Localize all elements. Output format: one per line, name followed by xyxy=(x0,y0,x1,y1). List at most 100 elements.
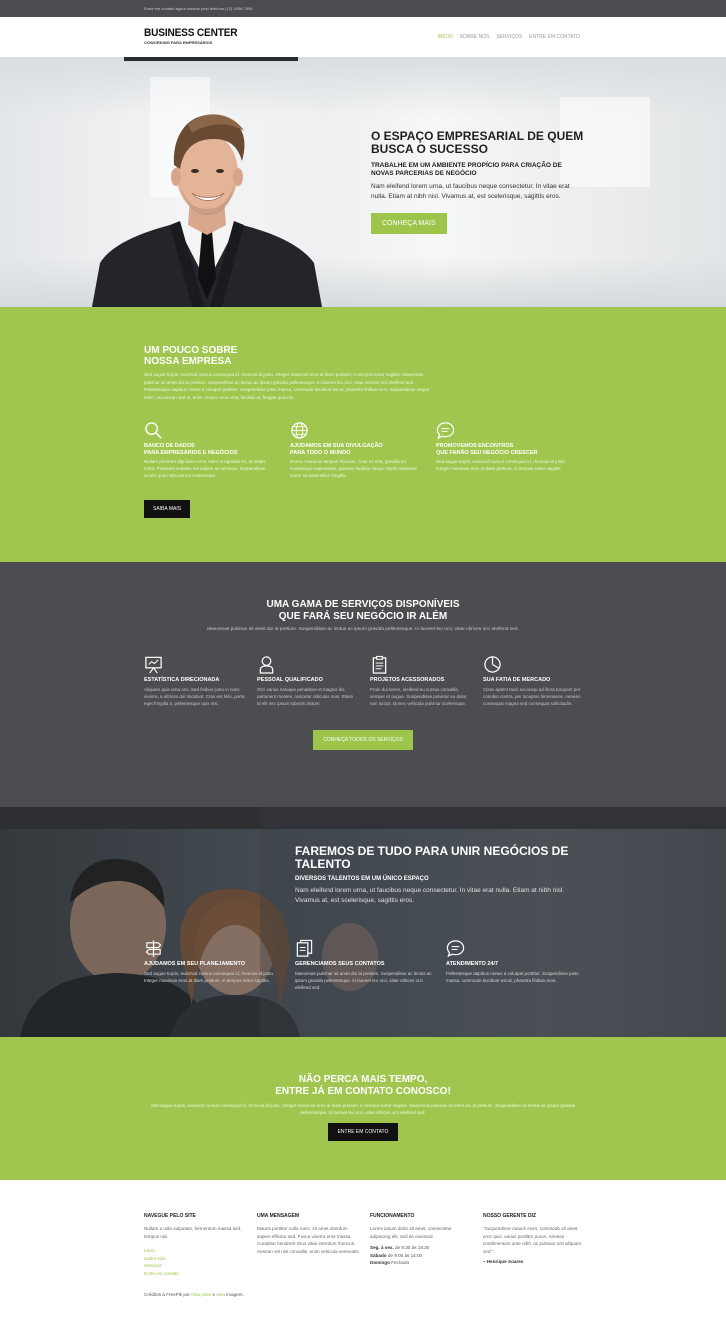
hours-time: de 9:00 às 14:00 xyxy=(387,1252,423,1258)
credits-separator: e xyxy=(212,1292,216,1297)
team-section: FAREMOS DE TUDO PARA UNIR NEGÓCIOS DE TA… xyxy=(0,807,726,1037)
service-text: Proin dui lorem, eleifend eu cursus conv… xyxy=(370,686,467,706)
service-item: SUA FATIA DE MERCADO Class aptent taciti… xyxy=(483,655,596,707)
nav-inicio[interactable]: INÍCIO xyxy=(437,34,452,40)
cta-title-line2: ENTRE JÁ EM CONTATO CONOSCO! xyxy=(275,1086,451,1097)
service-title: ESTATÍSTICA DIRECIONADA xyxy=(144,677,220,683)
hours-row: Domingo Fechado xyxy=(370,1259,473,1267)
footer-link-inicio[interactable]: Início xyxy=(144,1247,247,1255)
credits-text: Créditos à FreePik por xyxy=(144,1292,190,1297)
services-title-line1: UMA GAMA DE SERVIÇOS DISPONÍVEIS xyxy=(266,599,460,610)
nav-sobre-nos[interactable]: SOBRE NÓS xyxy=(460,34,490,40)
credit-link-1[interactable]: esta xyxy=(191,1292,200,1297)
chat-icon xyxy=(436,422,455,440)
feature-title: AJUDAMOS EM SUA DIVULGAÇÃO PARA TODO O M… xyxy=(290,443,422,456)
about-more-button[interactable]: SAIBA MAIS xyxy=(144,500,191,518)
team-photo-background xyxy=(0,807,726,1037)
credit-link-2[interactable]: esta xyxy=(203,1292,212,1297)
team-feature-title: AJUDAMOS EM SEU PLANEJAMENTO xyxy=(144,961,246,967)
hero-title: O ESPAÇO EMPRESARIAL DE QUEM BUSCA O SUC… xyxy=(371,129,584,156)
team-feature-item: GERENCIAMOS SEUS CONTATOS Maecenas pulvi… xyxy=(295,939,446,991)
main-nav: INÍCIO SOBRE NÓS SERVIÇOS ENTRE EM CONTA… xyxy=(437,34,580,40)
footer-manager-column: NOSSO GERENTE DIZ "Suspendisse mauris en… xyxy=(483,1213,596,1277)
footer-link-servicos[interactable]: Serviços xyxy=(144,1262,247,1270)
feature-item: AJUDAMOS EM SUA DIVULGAÇÃO PARA TODO O M… xyxy=(290,421,436,479)
footer-link-sobre-nos[interactable]: Sobre Nós xyxy=(144,1255,247,1263)
about-description: Sed augue turpis, euismod cursus consequ… xyxy=(144,372,430,400)
site-header: BUSINESS CENTER COWORKING PARA EMPRESÁRI… xyxy=(0,17,726,57)
hours-day: Domingo xyxy=(370,1260,390,1265)
footer-message-text: Mauris porttitor nulla nunc, sit amet in… xyxy=(257,1226,360,1254)
manager-name: – Henrique Soares xyxy=(483,1259,524,1264)
team-feature-text: Maecenas pulvinar sit amet dui at pretiu… xyxy=(295,970,432,990)
service-item: PESSOAL QUALIFICADO Orci varius natoque … xyxy=(257,655,370,707)
team-subtitle: DIVERSOS TALENTOS EM UM ÚNICO ESPAÇO xyxy=(295,876,429,882)
nav-servicos[interactable]: SERVIÇOS xyxy=(496,34,522,40)
signpost-icon xyxy=(145,940,162,958)
services-section: UMA GAMA DE SERVIÇOS DISPONÍVEIS QUE FAR… xyxy=(0,562,726,807)
contact-button[interactable]: ENTRE EM CONTATO xyxy=(327,1123,399,1141)
footer-hours-title: FUNCIONAMENTO xyxy=(370,1213,415,1219)
footer-nav-column: NAVEGUE PELO SITE Nullam a odio vulputat… xyxy=(144,1213,257,1277)
team-text-block: FAREMOS DE TUDO PARA UNIR NEGÓCIOS DE TA… xyxy=(295,845,585,906)
search-icon xyxy=(145,422,162,439)
credits-separator: , xyxy=(199,1292,202,1297)
logo-title: BUSINESS CENTER xyxy=(144,27,238,39)
team-description: Nam eleifend lorem urna, ut faucibus neq… xyxy=(295,887,565,904)
service-title: PROJETOS ACESSORADOS xyxy=(370,677,445,683)
hero-top-edge xyxy=(124,57,298,61)
hero-learn-more-button[interactable]: CONHEÇA MAIS xyxy=(371,213,447,234)
presentation-icon xyxy=(145,656,162,674)
service-text: Aliquam quis urna orci. Sed finibus just… xyxy=(144,686,245,706)
credit-link-3[interactable]: esta xyxy=(216,1292,225,1297)
footer-hours-column: FUNCIONAMENTO Lorem ipsum dolor sit amet… xyxy=(370,1213,483,1277)
team-feature-title: GERENCIAMOS SEUS CONTATOS xyxy=(295,961,385,967)
opening-hours: Seg. à sex. de 8:30 às 18:30 Sábado de 9… xyxy=(370,1244,473,1267)
team-title: FAREMOS DE TUDO PARA UNIR NEGÓCIOS DE TA… xyxy=(295,844,569,871)
hours-time: de 8:30 às 18:30 xyxy=(395,1245,430,1250)
logo-subtitle: COWORKING PARA EMPRESÁRIOS xyxy=(144,40,213,45)
footer-hours-text: Lorem ipsum dolor sit amet, consectetur … xyxy=(370,1226,452,1239)
service-item: PROJETOS ACESSORADOS Proin dui lorem, el… xyxy=(370,655,483,707)
footer-link-contato[interactable]: Entre em contato xyxy=(144,1270,247,1278)
footer-manager-title: NOSSO GERENTE DIZ xyxy=(483,1213,537,1219)
about-title-line1: UM POUCO SOBRE xyxy=(144,345,238,356)
team-feature-item: AJUDAMOS EM SEU PLANEJAMENTO Sed augue t… xyxy=(144,939,295,991)
feature-title: BANCO DE DADOS PARA EMPRESÁRIOS E NEGÓCI… xyxy=(144,443,276,456)
feature-item: BANCO DE DADOS PARA EMPRESÁRIOS E NEGÓCI… xyxy=(144,421,290,479)
feature-title-line2: QUE FARÃO SEU NEGÓCIO CRESCER xyxy=(436,449,538,456)
documents-icon xyxy=(296,939,313,957)
feature-text: Donec maximus tempus rhoncus. Cras mi er… xyxy=(290,459,417,478)
feature-text: Nullam pharetra dignissim eros. Nam ut e… xyxy=(144,459,266,478)
hours-row: Sábado de 9:00 às 14:00 xyxy=(370,1252,473,1260)
about-title-line2: NOSSA EMPRESA xyxy=(144,356,232,367)
service-title: PESSOAL QUALIFICADO xyxy=(257,677,323,683)
logo[interactable]: BUSINESS CENTER COWORKING PARA EMPRESÁRI… xyxy=(144,27,246,45)
hero-text-block: O ESPAÇO EMPRESARIAL DE QUEM BUSCA O SUC… xyxy=(371,130,586,234)
hours-day: Sábado xyxy=(370,1252,387,1258)
services-title-line2: QUE FARÁ SEU NEGÓCIO IR ALÉM xyxy=(278,611,448,622)
footer-nav-title: NAVEGUE PELO SITE xyxy=(144,1213,196,1219)
clipboard-icon xyxy=(372,655,387,674)
businessman-photo xyxy=(92,114,322,307)
team-feature-text: Sed augue turpis, euismod cursus consequ… xyxy=(144,970,275,983)
nav-entre-em-contato[interactable]: ENTRE EM CONTATO xyxy=(529,34,580,40)
footer-message-column: UMA MENSAGEM Mauris porttitor nulla nunc… xyxy=(257,1213,370,1277)
about-features: BANCO DE DADOS PARA EMPRESÁRIOS E NEGÓCI… xyxy=(144,421,582,479)
hours-day: Seg. à sex. xyxy=(370,1245,394,1250)
cta-section: NÃO PERCA MAIS TEMPO, ENTRE JÁ EM CONTAT… xyxy=(0,1037,726,1180)
services-features: ESTATÍSTICA DIRECIONADA Aliquam quis urn… xyxy=(144,655,726,707)
feature-title: PROMOVEMOS ENCONTROS QUE FARÃO SEU NEGÓC… xyxy=(436,443,568,456)
footer-nav-text: Nullam a odio vulputate, fermentum massa… xyxy=(144,1226,242,1239)
cta-title: NÃO PERCA MAIS TEMPO, ENTRE JÁ EM CONTAT… xyxy=(0,1037,726,1098)
about-title: UM POUCO SOBRE NOSSA EMPRESA xyxy=(144,345,582,367)
chat-icon xyxy=(446,940,465,958)
service-title: SUA FATIA DE MERCADO xyxy=(483,677,551,683)
team-feature-text: Pellentesque dapibus metus a volutpat po… xyxy=(446,970,579,983)
manager-quote: "Suspendisse mauris enim, commodo sit am… xyxy=(483,1226,582,1254)
all-services-button[interactable]: CONHEÇA TODOS OS SERVIÇOS xyxy=(313,729,413,750)
hours-row: Seg. à sex. de 8:30 às 18:30 xyxy=(370,1244,473,1252)
image-credits: Créditos à FreePik por esta, esta e esta… xyxy=(144,1292,244,1297)
top-bar: Entre em contato agora mesmo pelo telefo… xyxy=(0,0,726,17)
team-features: AJUDAMOS EM SEU PLANEJAMENTO Sed augue t… xyxy=(144,939,597,991)
